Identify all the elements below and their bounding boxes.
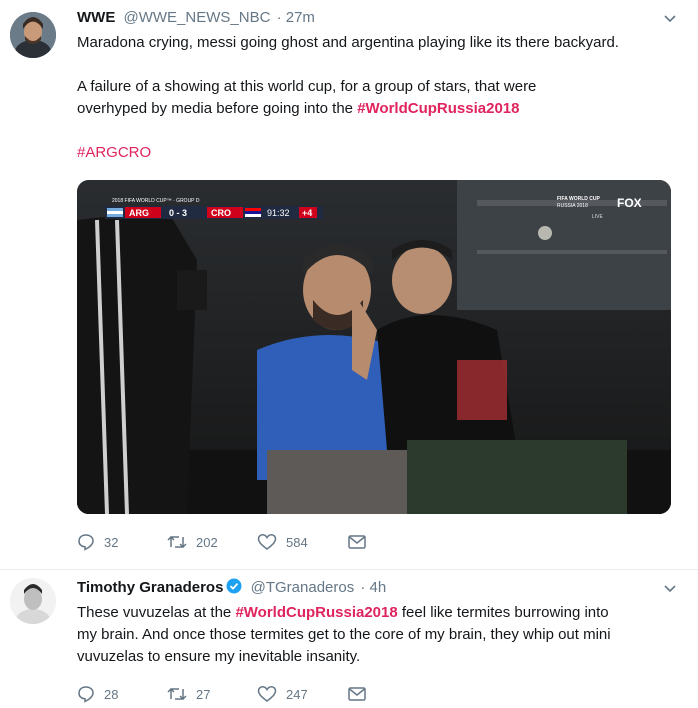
envelope-icon xyxy=(348,535,366,549)
direct-message-button[interactable] xyxy=(347,686,437,702)
reply-count: 32 xyxy=(104,534,119,550)
chevron-down-icon[interactable] xyxy=(662,10,678,26)
tweet-text: Maradona crying, messi going ghost and a… xyxy=(77,32,678,164)
avatar[interactable] xyxy=(10,578,56,624)
tweet-text-line: overhyped by media before going into the… xyxy=(77,98,678,120)
retweet-icon xyxy=(167,535,187,549)
broadcast-logo-line2: RUSSIA 2018 xyxy=(557,203,588,209)
tweet-text-line: A failure of a showing at this world cup… xyxy=(77,78,537,95)
tweet-media-image[interactable]: 2018 FIFA WORLD CUP™ · GROUP D ARG 0 - 3… xyxy=(77,180,671,514)
retweet-count: 27 xyxy=(196,686,211,702)
display-name[interactable]: Timothy Granaderos xyxy=(77,579,223,596)
avatar[interactable] xyxy=(10,12,56,58)
tweet-text-line: Maradona crying, messi going ghost and a… xyxy=(77,34,619,51)
scoreboard-team2: CRO xyxy=(211,208,231,218)
scoreboard-clock: 91:32 xyxy=(267,208,290,218)
envelope-icon xyxy=(348,687,366,701)
like-count: 584 xyxy=(286,534,308,550)
username[interactable]: @TGranaderos xyxy=(251,579,355,596)
retweet-count: 202 xyxy=(196,534,218,550)
broadcast-logo-line1: FIFA WORLD CUP xyxy=(557,196,601,202)
broadcast-network: FOX xyxy=(617,196,642,210)
timestamp[interactable]: · 27m xyxy=(277,9,315,26)
tweet-text-segment: These vuvuzelas at the xyxy=(77,604,236,621)
tweet-text-segment: overhyped by media before going into the xyxy=(77,100,358,117)
tweet-text-line: These vuvuzelas at the #WorldCupRussia20… xyxy=(77,602,678,624)
retweet-button[interactable]: 27 xyxy=(167,685,257,703)
heart-icon xyxy=(257,534,277,550)
reply-icon xyxy=(78,686,94,703)
tweet-actions: 28 27 247 xyxy=(77,685,437,703)
tweet-header: Timothy Granaderos @TGranaderos · 4h xyxy=(77,578,678,598)
timestamp[interactable]: · 4h xyxy=(360,579,386,596)
retweet-icon xyxy=(167,687,187,701)
tweet-actions: 32 202 584 xyxy=(77,533,437,551)
tweet-text-line: my brain. And once those termites get to… xyxy=(77,626,611,643)
scoreboard-score: 0 - 3 xyxy=(169,208,187,218)
like-button[interactable]: 584 xyxy=(257,533,347,551)
reply-button[interactable]: 32 xyxy=(77,533,167,551)
reply-button[interactable]: 28 xyxy=(77,685,167,703)
hashtag-link[interactable]: #WorldCupRussia2018 xyxy=(357,100,519,117)
tweet[interactable]: Timothy Granaderos @TGranaderos · 4h The… xyxy=(0,570,698,708)
display-name[interactable]: WWE xyxy=(77,9,115,26)
hashtag-link[interactable]: #WorldCupRussia2018 xyxy=(235,604,397,621)
scoreboard-team1: ARG xyxy=(129,208,149,218)
scoreboard-added-time: +4 xyxy=(302,208,312,218)
direct-message-button[interactable] xyxy=(347,534,437,550)
tweet-header: WWE @WWE_NEWS_NBC · 27m xyxy=(77,8,678,28)
broadcast-live: LIVE xyxy=(592,214,604,220)
hashtag-link[interactable]: #ARGCRO xyxy=(77,144,151,161)
tweet-text-line: vuvuzelas to ensure my inevitable insani… xyxy=(77,648,361,665)
tweet-text: These vuvuzelas at the #WorldCupRussia20… xyxy=(77,602,678,668)
tweet[interactable]: WWE @WWE_NEWS_NBC · 27m Maradona crying,… xyxy=(0,0,698,570)
reply-count: 28 xyxy=(104,686,119,702)
reply-icon xyxy=(78,534,94,551)
like-button[interactable]: 247 xyxy=(257,685,347,703)
heart-icon xyxy=(257,686,277,702)
verified-badge-icon xyxy=(226,578,242,594)
like-count: 247 xyxy=(286,686,308,702)
username[interactable]: @WWE_NEWS_NBC xyxy=(124,9,271,26)
chevron-down-icon[interactable] xyxy=(662,580,678,596)
retweet-button[interactable]: 202 xyxy=(167,533,257,551)
scoreboard-event: 2018 FIFA WORLD CUP™ · GROUP D xyxy=(112,198,200,204)
tweet-text-segment: feel like termites burrowing into xyxy=(397,604,609,621)
